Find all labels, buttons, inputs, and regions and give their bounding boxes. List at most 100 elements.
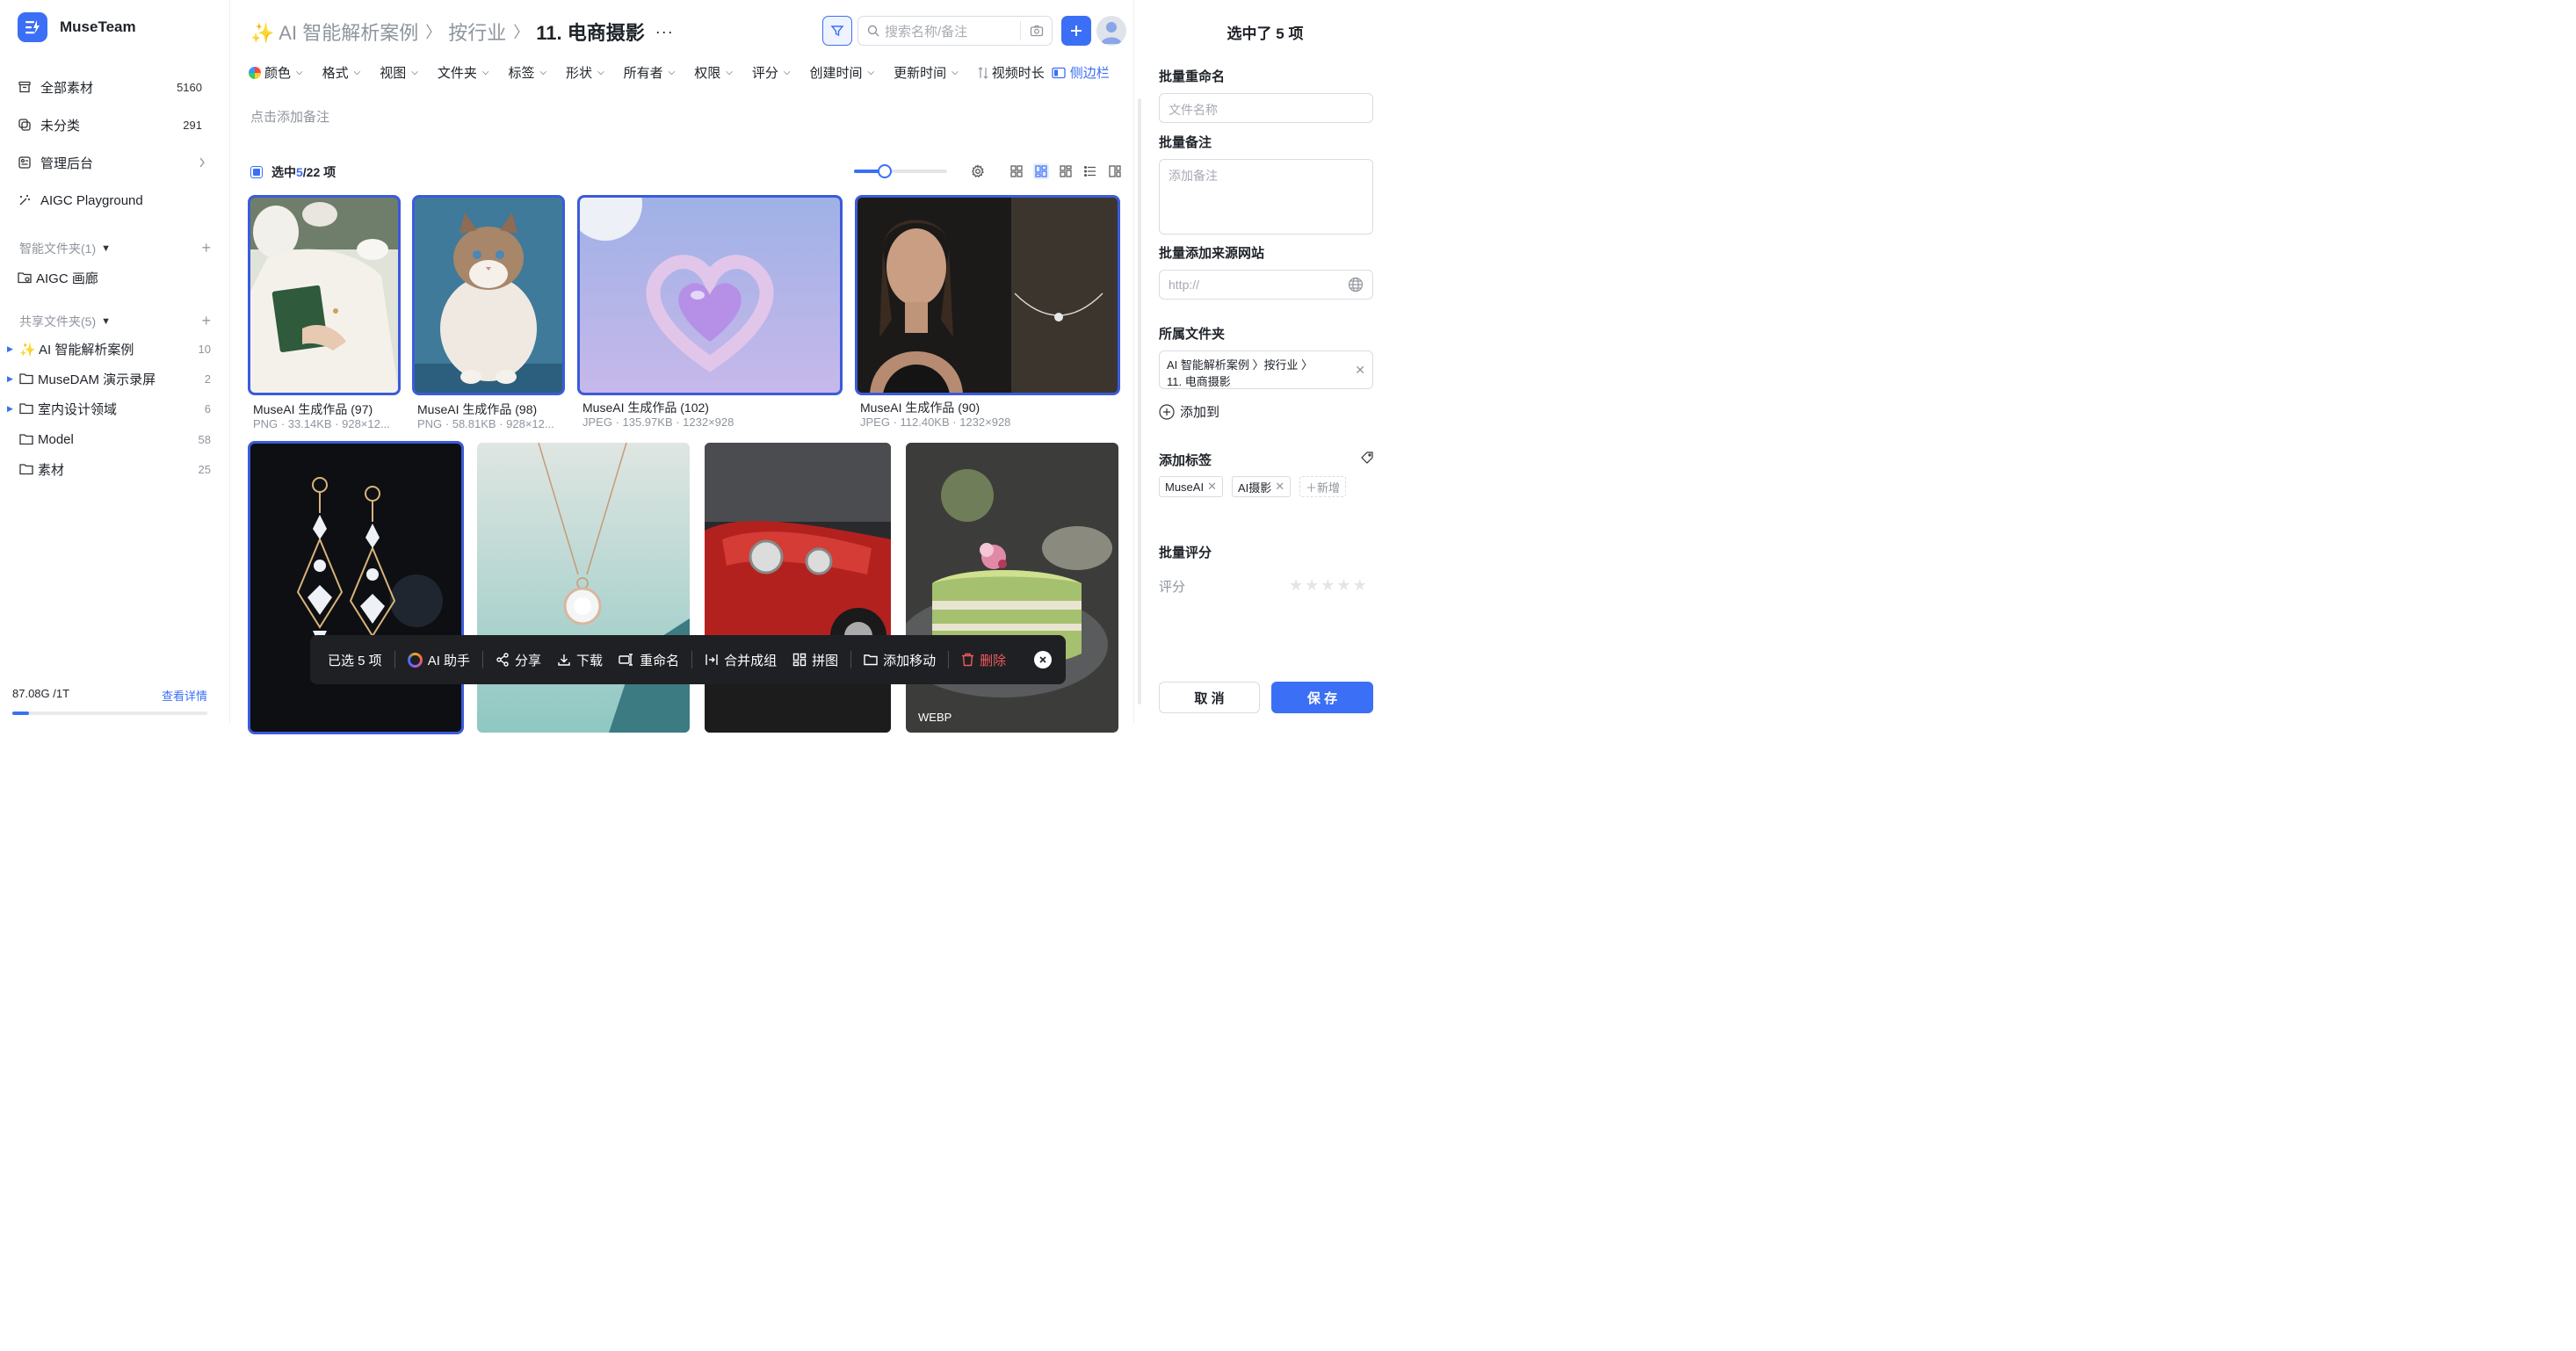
filter-tags[interactable]: 标签 ⌵ bbox=[508, 63, 546, 82]
breadcrumb-item[interactable]: ✨ AI 智能解析案例 bbox=[250, 18, 418, 46]
storage-details-link[interactable]: 查看详情 bbox=[162, 687, 207, 704]
source-url-input[interactable]: http:// bbox=[1159, 270, 1373, 300]
remove-tag-icon[interactable]: ✕ bbox=[1275, 480, 1284, 494]
asset-card[interactable]: MuseAI 生成作品 (102) JPEG · 135.97KB · 1232… bbox=[577, 195, 843, 430]
search-input[interactable]: 搜索名称/备注 bbox=[857, 16, 1053, 46]
image-search-button[interactable] bbox=[1020, 21, 1052, 40]
shared-folders-header[interactable]: 共享文件夹(5) ▼ + bbox=[19, 312, 211, 330]
asset-thumbnail[interactable] bbox=[248, 441, 464, 734]
asset-card[interactable]: MuseAI 生成作品 (98) PNG · 58.81KB · 928×12.… bbox=[412, 195, 565, 430]
delete-button[interactable]: 删除 bbox=[961, 651, 1006, 669]
sidebar-item-admin[interactable]: 管理后台 bbox=[18, 149, 213, 176]
sidebar-item-aigc-playground[interactable]: AIGC Playground bbox=[18, 187, 213, 213]
shared-folder-ai-cases[interactable]: ▶ ✨ AI 智能解析案例 10 bbox=[7, 337, 211, 360]
add-to-folder-button[interactable]: 添加到 bbox=[1159, 402, 1219, 421]
asset-card[interactable]: MuseAI 生成作品 (90) JPEG · 112.40KB · 1232×… bbox=[855, 195, 1120, 430]
merge-group-button[interactable]: 合并成组 bbox=[705, 651, 777, 669]
brand[interactable]: MuseTeam bbox=[18, 12, 136, 42]
plus-icon: ＋ bbox=[1306, 480, 1318, 495]
remove-folder-icon[interactable]: ✕ bbox=[1355, 363, 1365, 378]
batch-edit-panel: 选中了 5 项 批量重命名 文件名称 批量备注 添加备注 批量添加来源网站 ht… bbox=[1133, 0, 1378, 723]
smart-folders-header[interactable]: 智能文件夹(1) ▼ + bbox=[19, 239, 211, 257]
breadcrumb-item[interactable]: 按行业 bbox=[448, 18, 506, 46]
share-button[interactable]: 分享 bbox=[496, 651, 541, 669]
star-icon[interactable]: ★ bbox=[1353, 577, 1367, 593]
admin-panel-icon bbox=[18, 156, 31, 169]
filter-permission[interactable]: 权限 ⌵ bbox=[694, 63, 733, 82]
panel-scrollbar[interactable] bbox=[1138, 98, 1141, 704]
avatar[interactable] bbox=[1096, 16, 1126, 46]
expand-arrow-icon[interactable]: ▶ bbox=[7, 374, 16, 384]
add-tag-button[interactable]: ＋新增 bbox=[1299, 476, 1347, 497]
filter-created[interactable]: 创建时间 ⌵ bbox=[809, 63, 874, 82]
shared-folder-materials[interactable]: 素材 25 bbox=[7, 458, 211, 480]
star-icon[interactable]: ★ bbox=[1336, 577, 1350, 593]
asset-thumbnail[interactable] bbox=[412, 195, 565, 395]
shared-folder-model[interactable]: Model 58 bbox=[7, 428, 211, 451]
collage-button[interactable]: 拼图 bbox=[792, 651, 838, 669]
star-icon[interactable]: ★ bbox=[1305, 577, 1319, 593]
rename-input[interactable]: 文件名称 bbox=[1159, 93, 1373, 123]
star-icon[interactable]: ★ bbox=[1321, 577, 1335, 593]
filter-folder[interactable]: 文件夹 ⌵ bbox=[438, 63, 489, 82]
expand-arrow-icon[interactable]: ▶ bbox=[7, 404, 16, 414]
more-options-button[interactable]: ··· bbox=[655, 23, 674, 41]
filter-shape[interactable]: 形状 ⌵ bbox=[566, 63, 604, 82]
ai-assistant-button[interactable]: AI 助手 bbox=[407, 651, 470, 669]
asset-thumbnail[interactable] bbox=[477, 443, 690, 733]
asset-thumbnail[interactable] bbox=[577, 195, 843, 395]
rename-button[interactable]: 重命名 bbox=[619, 651, 679, 669]
sidebar-toggle[interactable]: 侧边栏 bbox=[1052, 63, 1110, 82]
add-move-button[interactable]: 添加移动 bbox=[864, 651, 936, 669]
folder-path-field[interactable]: AI 智能解析案例 〉按行业 〉 11. 电商摄影 ✕ bbox=[1159, 350, 1373, 389]
cancel-button[interactable]: 取 消 bbox=[1159, 682, 1260, 713]
asset-thumbnail[interactable] bbox=[855, 195, 1120, 395]
rating-stars[interactable]: ★ ★ ★ ★ ★ bbox=[1289, 577, 1367, 593]
view-masonry-button[interactable] bbox=[1058, 163, 1074, 179]
asset-card[interactable]: MuseAI 生成作品 (97) PNG · 33.14KB · 928×12.… bbox=[248, 195, 401, 430]
close-action-bar-button[interactable] bbox=[1034, 651, 1052, 668]
sort-video-duration[interactable]: 视频时长 bbox=[978, 63, 1045, 82]
asset-thumbnail[interactable]: WEBP bbox=[906, 443, 1118, 733]
view-preview-button[interactable] bbox=[1107, 163, 1123, 179]
add-shared-folder-icon[interactable]: + bbox=[201, 312, 211, 330]
folder-label: ✨ AI 智能解析案例 bbox=[19, 342, 134, 358]
asset-thumbnail[interactable] bbox=[248, 195, 401, 395]
save-button[interactable]: 保 存 bbox=[1271, 682, 1373, 713]
add-button[interactable] bbox=[1061, 16, 1091, 46]
folder-icon bbox=[19, 403, 33, 415]
expand-arrow-icon[interactable]: ▶ bbox=[7, 344, 16, 354]
tag-chip[interactable]: MuseAI ✕ bbox=[1159, 476, 1223, 497]
tags-label: 添加标签 bbox=[1159, 453, 1212, 468]
shared-folder-interior[interactable]: ▶ 室内设计领域 6 bbox=[7, 397, 211, 420]
sidebar-item-uncategorized[interactable]: 未分类 291 bbox=[18, 112, 213, 138]
filter-button[interactable] bbox=[822, 16, 852, 46]
tag-chip[interactable]: AI摄影 ✕ bbox=[1232, 476, 1292, 497]
star-icon[interactable]: ★ bbox=[1289, 577, 1303, 593]
view-list-button[interactable] bbox=[1082, 163, 1098, 179]
select-all-checkbox[interactable] bbox=[250, 166, 263, 178]
add-smart-folder-icon[interactable]: + bbox=[201, 239, 211, 257]
shared-folder-musedam[interactable]: ▶ MuseDAM 演示录屏 2 bbox=[7, 367, 211, 390]
view-grid-button[interactable] bbox=[1009, 163, 1024, 179]
smart-folder-aigc-gallery[interactable]: AIGC 画廊 bbox=[18, 266, 211, 289]
sidebar-item-all-assets[interactable]: 全部素材 5160 bbox=[18, 74, 213, 100]
storage-used: 87.08G /1T bbox=[12, 687, 70, 700]
slider-handle[interactable] bbox=[878, 164, 892, 178]
tag-icon[interactable] bbox=[1361, 452, 1373, 464]
filter-updated[interactable]: 更新时间 ⌵ bbox=[894, 63, 959, 82]
caret-down-icon: ▼ bbox=[101, 315, 112, 327]
remove-tag-icon[interactable]: ✕ bbox=[1207, 480, 1217, 494]
filter-format[interactable]: 格式 ⌵ bbox=[322, 63, 361, 82]
add-note-placeholder[interactable]: 点击添加备注 bbox=[250, 107, 329, 126]
filter-rating[interactable]: 评分 ⌵ bbox=[752, 63, 791, 82]
asset-thumbnail[interactable] bbox=[705, 443, 891, 733]
filter-color[interactable]: 颜色 ⌵ bbox=[249, 63, 303, 82]
view-settings-button[interactable] bbox=[970, 163, 986, 179]
download-button[interactable]: 下载 bbox=[557, 651, 603, 669]
note-textarea[interactable]: 添加备注 bbox=[1159, 159, 1373, 235]
filter-owner[interactable]: 所有者 ⌵ bbox=[624, 63, 676, 82]
thumbnail-size-slider[interactable] bbox=[854, 164, 947, 178]
view-adaptive-button[interactable] bbox=[1033, 163, 1049, 179]
filter-view[interactable]: 视图 ⌵ bbox=[380, 63, 418, 82]
